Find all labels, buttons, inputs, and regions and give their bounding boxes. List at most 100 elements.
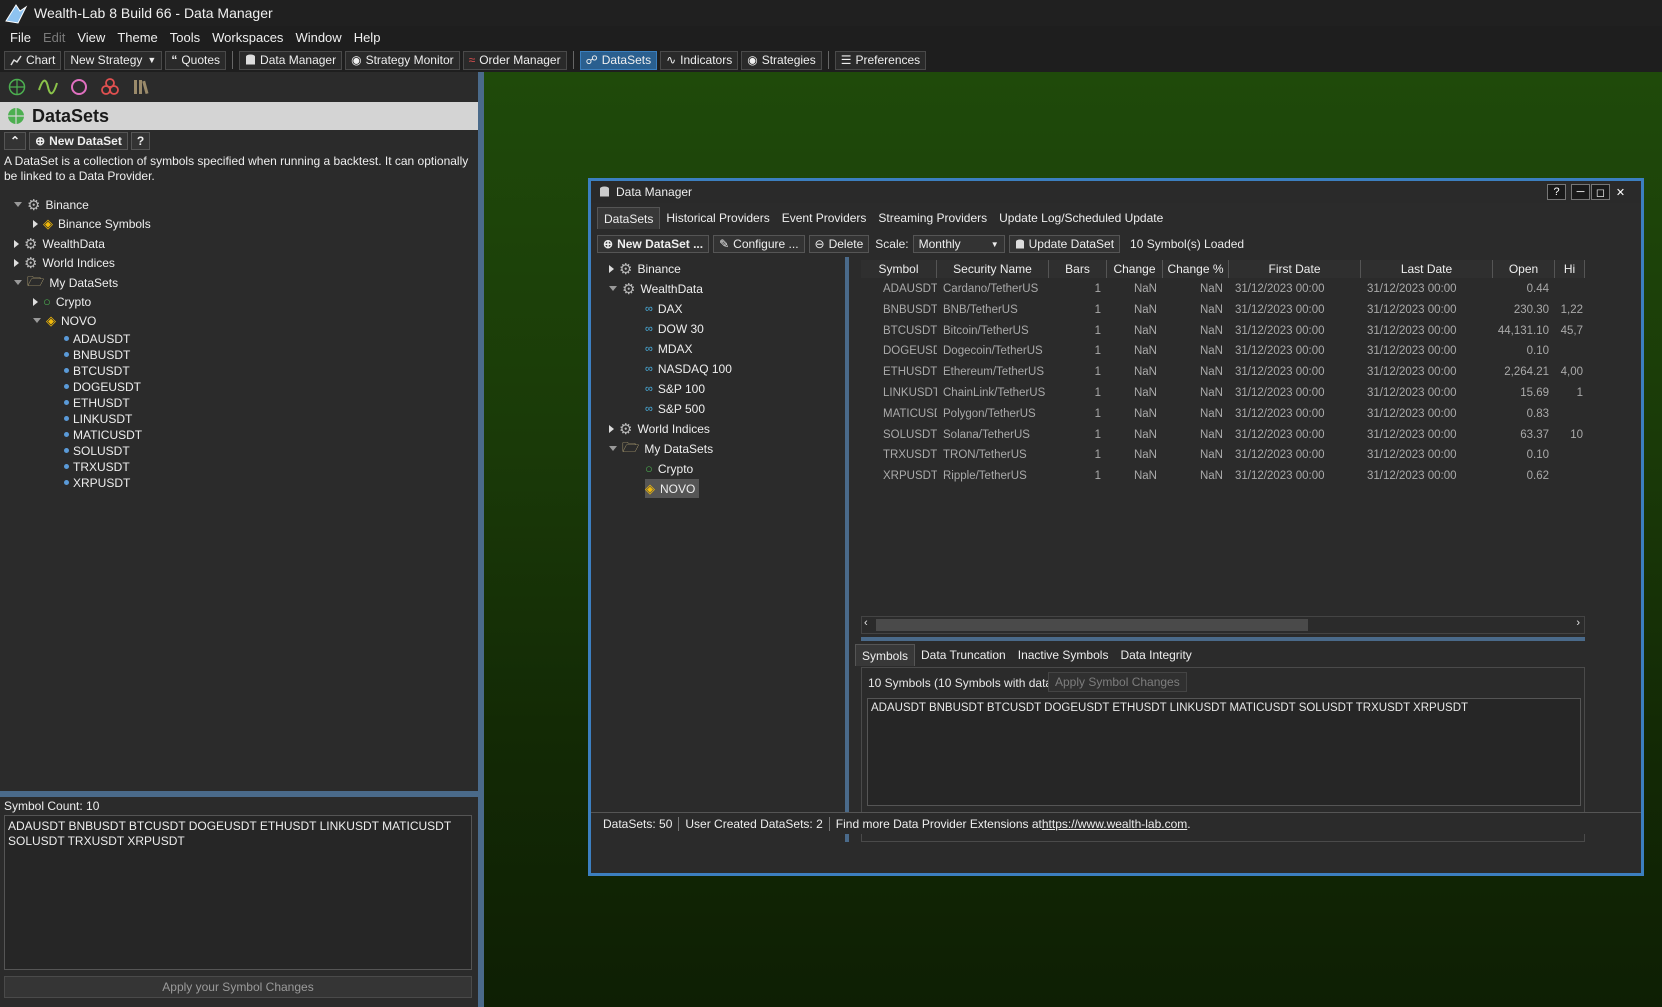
scroll-right-icon[interactable]: ›: [1576, 617, 1580, 629]
column-header-symbol[interactable]: Symbol: [861, 260, 937, 278]
close-button[interactable]: ✕: [1611, 184, 1630, 200]
symbol-item[interactable]: XRPUSDT: [64, 475, 130, 490]
panel-splitter[interactable]: [0, 791, 478, 797]
maximize-button[interactable]: ◻: [1591, 184, 1610, 200]
symbol-item[interactable]: SOLUSDT: [64, 443, 130, 458]
help-button[interactable]: ?: [130, 132, 151, 150]
strategies-button[interactable]: ◉ Strategies: [741, 50, 822, 70]
tree-item-my-datasets[interactable]: 🗁 My DataSets: [14, 273, 118, 292]
symbol-item[interactable]: LINKUSDT: [64, 411, 132, 426]
symbols-textarea[interactable]: ADAUSDT BNBUSDT BTCUSDT DOGEUSDT ETHUSDT…: [867, 698, 1581, 806]
tab-symbols[interactable]: Symbols: [855, 644, 916, 666]
new-dataset-button[interactable]: ⊕ New DataSet ...: [597, 235, 710, 253]
data-manager-button[interactable]: Data Manager: [239, 50, 343, 70]
tree-item-binance[interactable]: ⚙ Binance: [14, 195, 89, 214]
tree-item-wealthdata[interactable]: ⚙ WealthData: [609, 279, 703, 298]
symbol-item[interactable]: MATICUSDT: [64, 427, 142, 442]
tree-item-sp500[interactable]: ∞ S&P 500: [645, 399, 705, 418]
strategy-brain-icon[interactable]: [70, 78, 88, 96]
library-icon[interactable]: [132, 78, 152, 96]
table-row[interactable]: ADAUSDT Cardano/TetherUS 1 NaN NaN 31/12/2023…: [861, 280, 1585, 298]
indicators-button[interactable]: ∿ Indicators: [660, 50, 739, 70]
tree-item-crypto[interactable]: ○ Crypto: [33, 292, 91, 311]
menu-tools[interactable]: Tools: [164, 30, 206, 45]
tab-datasets[interactable]: DataSets: [597, 207, 661, 229]
table-row[interactable]: LINKUSDT ChainLink/TetherUS 1 NaN NaN 31/12/2…: [861, 384, 1585, 402]
menu-window[interactable]: Window: [289, 30, 347, 45]
configure-button[interactable]: ✎ Configure ...: [713, 235, 805, 253]
tab-data-truncation[interactable]: Data Truncation: [915, 644, 1012, 666]
wealth-lab-link[interactable]: https://www.wealth-lab.com: [1042, 817, 1187, 831]
apply-symbol-changes-button[interactable]: Apply your Symbol Changes: [4, 976, 472, 998]
tree-item-my-datasets[interactable]: 🗁 My DataSets: [609, 439, 713, 458]
menu-view[interactable]: View: [71, 30, 111, 45]
tree-item-world-indices[interactable]: ⚙ World Indices: [14, 253, 115, 272]
column-header-last-date[interactable]: Last Date: [1361, 260, 1493, 278]
strategy-monitor-button[interactable]: ◉ Strategy Monitor: [345, 50, 460, 70]
table-row[interactable]: ETHUSDT Ethereum/TetherUS 1 NaN NaN 31/12/202…: [861, 363, 1585, 381]
tree-item-world-indices[interactable]: ⚙ World Indices: [609, 419, 710, 438]
menu-file[interactable]: File: [4, 30, 37, 45]
symbol-item[interactable]: BNBUSDT: [64, 347, 130, 362]
tree-item-dow30[interactable]: ∞ DOW 30: [645, 319, 704, 338]
symbols-textarea[interactable]: ADAUSDT BNBUSDT BTCUSDT DOGEUSDT ETHUSDT…: [4, 815, 472, 970]
column-header-change-pct[interactable]: Change %: [1163, 260, 1229, 278]
collapse-button[interactable]: ⌃: [4, 132, 27, 150]
new-dataset-button[interactable]: ⊕ New DataSet: [29, 132, 128, 150]
scroll-left-icon[interactable]: ‹: [864, 617, 868, 629]
tree-item-binance[interactable]: ⚙ Binance: [609, 259, 681, 278]
table-row[interactable]: XRPUSDT Ripple/TetherUS 1 NaN NaN 31/12/2023 …: [861, 467, 1585, 485]
molecule-icon[interactable]: [100, 78, 120, 96]
tab-historical-providers[interactable]: Historical Providers: [660, 207, 775, 229]
tab-update-log[interactable]: Update Log/Scheduled Update: [993, 207, 1169, 229]
symbol-item[interactable]: DOGEUSDT: [64, 379, 141, 394]
order-manager-button[interactable]: ≈ Order Manager: [462, 50, 567, 70]
tree-item-binance-symbols[interactable]: ◈ Binance Symbols: [33, 214, 151, 233]
table-row[interactable]: MATICUSDT Polygon/TetherUS 1 NaN NaN 31/12/20…: [861, 405, 1585, 423]
tree-item-novo[interactable]: ◈ NOVO: [33, 311, 96, 330]
tree-item-nasdaq100[interactable]: ∞ NASDAQ 100: [645, 359, 732, 378]
tab-streaming-providers[interactable]: Streaming Providers: [872, 207, 993, 229]
grid-splitter[interactable]: [861, 637, 1585, 641]
preferences-button[interactable]: ☰ Preferences: [834, 50, 927, 70]
column-header-high[interactable]: Hi: [1555, 260, 1585, 278]
tree-item-dax[interactable]: ∞ DAX: [645, 299, 683, 318]
tab-data-integrity[interactable]: Data Integrity: [1114, 644, 1197, 666]
strategy-select[interactable]: New Strategy ▼: [64, 50, 163, 70]
menu-theme[interactable]: Theme: [111, 30, 163, 45]
column-header-open[interactable]: Open: [1493, 260, 1555, 278]
quotes-button[interactable]: “ Quotes: [165, 50, 227, 70]
minimize-button[interactable]: ─: [1571, 184, 1590, 200]
datasets-button[interactable]: ☍ DataSets: [579, 50, 658, 70]
scale-select[interactable]: Monthly ▼: [912, 235, 1005, 253]
globe-icon[interactable]: [8, 78, 26, 96]
table-row[interactable]: SOLUSDT Solana/TetherUS 1 NaN NaN 31/12/2023 …: [861, 426, 1585, 444]
column-header-security-name[interactable]: Security Name: [937, 260, 1049, 278]
column-header-change[interactable]: Change: [1107, 260, 1163, 278]
menu-help[interactable]: Help: [348, 30, 387, 45]
symbol-item[interactable]: ETHUSDT: [64, 395, 130, 410]
menu-workspaces[interactable]: Workspaces: [206, 30, 289, 45]
column-header-first-date[interactable]: First Date: [1229, 260, 1361, 278]
symbol-item[interactable]: ADAUSDT: [64, 331, 130, 346]
table-row[interactable]: BTCUSDT Bitcoin/TetherUS 1 NaN NaN 31/12/2023…: [861, 322, 1585, 340]
tree-item-mdax[interactable]: ∞ MDAX: [645, 339, 693, 358]
table-row[interactable]: DOGEUSDT Dogecoin/TetherUS 1 NaN NaN 31/12/20…: [861, 342, 1585, 360]
apply-symbol-changes-button[interactable]: Apply Symbol Changes: [1048, 672, 1187, 692]
symbol-item[interactable]: TRXUSDT: [64, 459, 130, 474]
tree-item-wealthdata[interactable]: ⚙ WealthData: [14, 234, 105, 253]
horizontal-scrollbar[interactable]: ‹ ›: [861, 616, 1585, 634]
scroll-thumb[interactable]: [876, 619, 1308, 631]
table-row[interactable]: TRXUSDT TRON/TetherUS 1 NaN NaN 31/12/2023 00…: [861, 446, 1585, 464]
tab-inactive-symbols[interactable]: Inactive Symbols: [1012, 644, 1115, 666]
help-button[interactable]: ?: [1547, 184, 1566, 200]
tree-item-sp100[interactable]: ∞ S&P 100: [645, 379, 705, 398]
indicator-wave-icon[interactable]: [38, 78, 58, 96]
symbol-item[interactable]: BTCUSDT: [64, 363, 130, 378]
table-row[interactable]: BNBUSDT BNB/TetherUS 1 NaN NaN 31/12/2023 00:…: [861, 301, 1585, 319]
tab-event-providers[interactable]: Event Providers: [776, 207, 873, 229]
tree-item-novo[interactable]: ◈ NOVO: [645, 479, 700, 498]
delete-button[interactable]: ⊖ Delete: [808, 235, 870, 253]
menu-edit[interactable]: Edit: [37, 30, 71, 45]
update-dataset-button[interactable]: Update DataSet: [1008, 235, 1121, 253]
